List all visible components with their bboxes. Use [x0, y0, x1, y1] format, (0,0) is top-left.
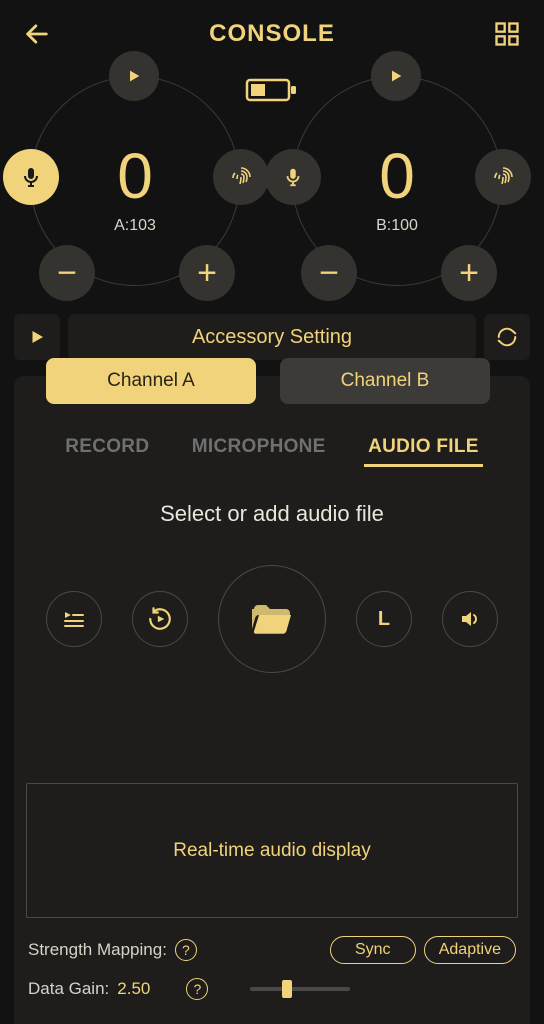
channel-b-value: 0: [293, 139, 501, 213]
refresh-icon: [496, 326, 518, 348]
loop-button[interactable]: L: [356, 591, 412, 647]
back-button[interactable]: [20, 17, 54, 51]
channel-a-value: 0: [31, 139, 239, 213]
accessory-play-button[interactable]: [14, 314, 60, 360]
minus-icon: −: [319, 256, 339, 290]
channel-b-play-button[interactable]: [371, 51, 421, 101]
page-title: CONSOLE: [209, 20, 335, 48]
plus-icon: +: [197, 256, 217, 290]
channel-b-fingerprint-button[interactable]: [475, 149, 531, 205]
play-icon: [126, 68, 142, 84]
battery-indicator: [245, 76, 299, 109]
content-panel: Channel A Channel B RECORD MICROPHONE AU…: [14, 376, 530, 1024]
plus-icon: +: [459, 256, 479, 290]
channel-a-play-button[interactable]: [109, 51, 159, 101]
channel-a-label: A:103: [31, 217, 239, 235]
channel-a-minus-button[interactable]: −: [39, 245, 95, 301]
data-gain-help[interactable]: ?: [186, 978, 208, 1000]
channel-b-label: B:100: [293, 217, 501, 235]
sync-button[interactable]: Sync: [330, 936, 416, 964]
data-gain-slider[interactable]: [250, 987, 350, 991]
replay-button[interactable]: [132, 591, 188, 647]
slider-thumb-icon: [282, 980, 292, 998]
data-gain-value: 2.50: [117, 979, 150, 999]
channel-a-dial: 0 A:103 − +: [30, 76, 240, 286]
tab-record[interactable]: RECORD: [61, 428, 153, 467]
loop-l-label: L: [378, 608, 390, 631]
folder-open-icon: [248, 595, 296, 643]
audio-file-prompt: Select or add audio file: [14, 501, 530, 527]
volume-button[interactable]: [442, 591, 498, 647]
channel-a-fingerprint-button[interactable]: [213, 149, 269, 205]
open-folder-button[interactable]: [218, 565, 326, 673]
tab-microphone[interactable]: MICROPHONE: [188, 428, 330, 467]
channel-a-plus-button[interactable]: +: [179, 245, 235, 301]
strength-mapping-help[interactable]: ?: [175, 939, 197, 961]
fingerprint-icon: [491, 165, 515, 189]
microphone-icon: [282, 166, 304, 188]
fingerprint-icon: [229, 165, 253, 189]
tab-channel-b[interactable]: Channel B: [280, 358, 490, 404]
channel-b-dial: 0 B:100 − +: [292, 76, 502, 286]
play-icon: [388, 68, 404, 84]
adaptive-button[interactable]: Adaptive: [424, 936, 516, 964]
channel-a-mic-button[interactable]: [3, 149, 59, 205]
replay-icon: [147, 606, 173, 632]
grid-menu-button[interactable]: [490, 17, 524, 51]
channel-b-minus-button[interactable]: −: [301, 245, 357, 301]
minus-icon: −: [57, 256, 77, 290]
tab-channel-a[interactable]: Channel A: [46, 358, 256, 404]
grid-icon: [493, 20, 521, 48]
tab-audio-file[interactable]: AUDIO FILE: [364, 428, 483, 467]
speaker-icon: [458, 607, 482, 631]
battery-icon: [245, 76, 299, 104]
accessory-setting-button[interactable]: Accessory Setting: [68, 314, 476, 360]
accessory-refresh-button[interactable]: [484, 314, 530, 360]
playlist-icon: [62, 607, 86, 631]
arrow-left-icon: [23, 20, 51, 48]
realtime-audio-display: Real-time audio display: [26, 783, 518, 918]
strength-mapping-label: Strength Mapping:: [28, 940, 167, 960]
playlist-button[interactable]: [46, 591, 102, 647]
microphone-icon: [19, 165, 43, 189]
data-gain-label: Data Gain:: [28, 979, 109, 999]
channel-b-mic-button[interactable]: [265, 149, 321, 205]
channel-b-plus-button[interactable]: +: [441, 245, 497, 301]
play-icon: [28, 328, 46, 346]
